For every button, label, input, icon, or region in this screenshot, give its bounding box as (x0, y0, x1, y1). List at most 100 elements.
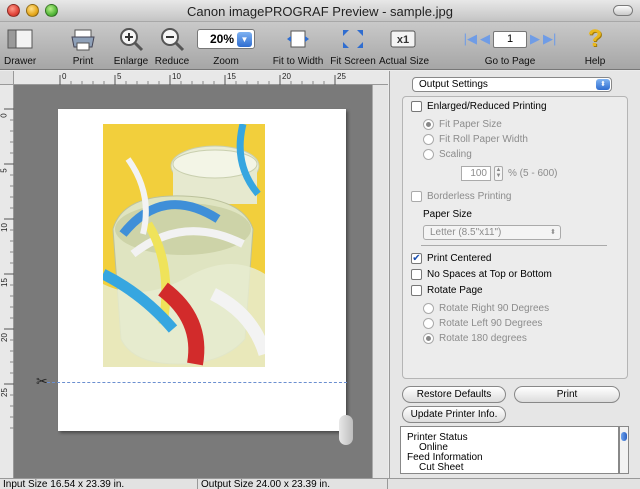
fit-screen-button[interactable]: Fit Screen (329, 24, 377, 67)
printer-icon (68, 24, 98, 54)
rotate-left-90-radio[interactable]: Rotate Left 90 Degrees (423, 318, 542, 329)
scaling-input[interactable]: 100 (461, 166, 491, 181)
input-size-status: Input Size 16.54 x 23.39 in. (0, 479, 198, 489)
actual-size-button[interactable]: x1 Actual Size (379, 24, 430, 67)
radio-selected (423, 119, 434, 130)
printer-info-list[interactable]: Printer Status Online Feed Information C… (400, 426, 619, 474)
fit-to-width-button[interactable]: Fit to Width (270, 24, 326, 67)
help-icon: ? (587, 25, 603, 52)
previous-page-icon[interactable]: ◀ (480, 31, 490, 47)
no-spaces-checkbox[interactable]: No Spaces at Top or Bottom (411, 269, 552, 280)
ruler-top-tick: 0 (62, 72, 67, 81)
scaling-stepper[interactable]: ▲ ▼ (494, 166, 503, 181)
status-bar: Input Size 16.54 x 23.39 in. Output Size… (0, 478, 640, 489)
fit-roll-paper-width-label: Fit Roll Paper Width (439, 134, 528, 145)
radio-unselected (423, 149, 434, 160)
preview-area: 0 5 10 15 20 25 0 5 10 15 20 25 ✂ (0, 71, 388, 478)
checkbox-box (411, 191, 422, 202)
zoom-control: 20% ▼ Zoom (196, 24, 256, 67)
enlarge-button[interactable]: Enlarge (112, 24, 150, 67)
preview-image (103, 124, 265, 367)
svg-text:x1: x1 (397, 34, 409, 46)
radio-unselected (423, 318, 434, 329)
checkbox-box (411, 101, 422, 112)
ruler-left-tick: 10 (0, 223, 9, 232)
window-title: Canon imagePROGRAF Preview - sample.jpg (187, 4, 453, 19)
ruler-top: 0 5 10 15 20 25 (14, 71, 388, 85)
ruler-top-tick: 5 (117, 72, 122, 81)
print-toolbar-button[interactable]: Print (68, 24, 98, 67)
title-bar: Canon imagePROGRAF Preview - sample.jpg (0, 0, 640, 22)
help-button[interactable]: ? Help (580, 24, 610, 67)
actual-size-label: Actual Size (379, 56, 430, 67)
fit-screen-icon (329, 24, 377, 54)
ruler-left-tick: 5 (0, 168, 9, 173)
output-settings-select[interactable]: Output Settings ⬍ (412, 77, 612, 92)
last-page-icon[interactable]: ▶| (543, 31, 556, 47)
go-to-page-control: |◀ ◀ 1 ▶ ▶| Go to Page (445, 24, 575, 67)
fit-paper-size-radio[interactable]: Fit Paper Size (423, 119, 502, 130)
next-page-icon[interactable]: ▶ (530, 31, 540, 47)
reduce-button[interactable]: Reduce (154, 24, 190, 67)
ruler-left: 0 5 10 15 20 25 (0, 85, 14, 478)
zoom-in-icon (112, 24, 150, 54)
chevron-updown-icon: ⬍ (550, 229, 556, 236)
enlarged-reduced-checkbox[interactable]: Enlarged/Reduced Printing (411, 101, 547, 112)
fit-to-width-label: Fit to Width (272, 56, 324, 67)
drawer-label: Drawer (4, 56, 37, 67)
restore-defaults-button[interactable]: Restore Defaults (402, 386, 506, 403)
rotate-left-90-label: Rotate Left 90 Degrees (439, 318, 543, 329)
output-size-status: Output Size 24.00 x 23.39 in. (198, 479, 388, 489)
scaling-control: 100 ▲ ▼ % (5 - 600) (461, 166, 557, 181)
fit-screen-label: Fit Screen (330, 56, 376, 67)
scroll-thumb[interactable] (621, 432, 627, 441)
zoom-select[interactable]: 20% ▼ (197, 29, 255, 49)
rotate-page-checkbox[interactable]: Rotate Page (411, 285, 483, 296)
paper-size-value: Letter (8.5"x11") (430, 227, 502, 238)
info-scrollbar[interactable] (619, 426, 629, 474)
fit-roll-paper-width-radio[interactable]: Fit Roll Paper Width (423, 134, 528, 145)
divider (421, 245, 607, 246)
ruler-top-tick: 20 (282, 72, 291, 81)
enlarged-reduced-label: Enlarged/Reduced Printing (427, 101, 547, 112)
reduce-label: Reduce (154, 56, 190, 67)
rotate-right-90-radio[interactable]: Rotate Right 90 Degrees (423, 303, 549, 314)
settings-panel: Output Settings ⬍ Enlarged/Reduced Print… (389, 71, 640, 478)
scaling-label: Scaling (439, 149, 472, 160)
rotate-180-radio[interactable]: Rotate 180 degrees (423, 333, 527, 344)
info-line: Cut Sheet (419, 462, 464, 473)
print-centered-label: Print Centered (427, 253, 492, 264)
scissors-icon: ✂ (36, 373, 48, 389)
update-printer-info-button[interactable]: Update Printer Info. (402, 406, 506, 423)
paper-size-select[interactable]: Letter (8.5"x11") ⬍ (423, 225, 561, 240)
help-label: Help (584, 56, 606, 67)
ruler-corner (0, 71, 14, 85)
radio-unselected (423, 134, 434, 145)
page-number-input[interactable]: 1 (493, 30, 527, 48)
ruler-left-tick: 0 (0, 113, 9, 118)
checkbox-box (411, 285, 422, 296)
first-page-icon[interactable]: |◀ (464, 31, 477, 47)
print-label: Print (72, 56, 94, 67)
ruler-left-tick: 20 (0, 333, 9, 342)
drawer-button[interactable]: Drawer (4, 24, 36, 67)
output-settings-value: Output Settings (419, 79, 488, 90)
no-spaces-label: No Spaces at Top or Bottom (427, 269, 552, 280)
output-settings-group: Enlarged/Reduced Printing Fit Paper Size… (402, 96, 628, 379)
cut-line (47, 382, 347, 383)
radio-selected (423, 333, 434, 344)
print-centered-checkbox[interactable]: ✔ Print Centered (411, 253, 491, 264)
checkbox-box (411, 269, 422, 280)
page-canvas[interactable]: ✂ (14, 85, 372, 478)
borderless-printing-label: Borderless Printing (427, 191, 512, 202)
ruler-top-tick: 25 (337, 72, 346, 81)
scaling-radio[interactable]: Scaling (423, 149, 472, 160)
enlarge-label: Enlarge (113, 56, 149, 67)
toolbar-toggle-button[interactable] (613, 5, 633, 16)
scaling-range-label: % (5 - 600) (508, 168, 558, 179)
chevron-updown-icon: ⬍ (596, 79, 610, 90)
ruler-left-tick: 15 (0, 278, 9, 287)
vertical-scrollbar[interactable] (372, 85, 388, 478)
print-button[interactable]: Print (514, 386, 620, 403)
borderless-printing-checkbox[interactable]: Borderless Printing (411, 191, 511, 202)
